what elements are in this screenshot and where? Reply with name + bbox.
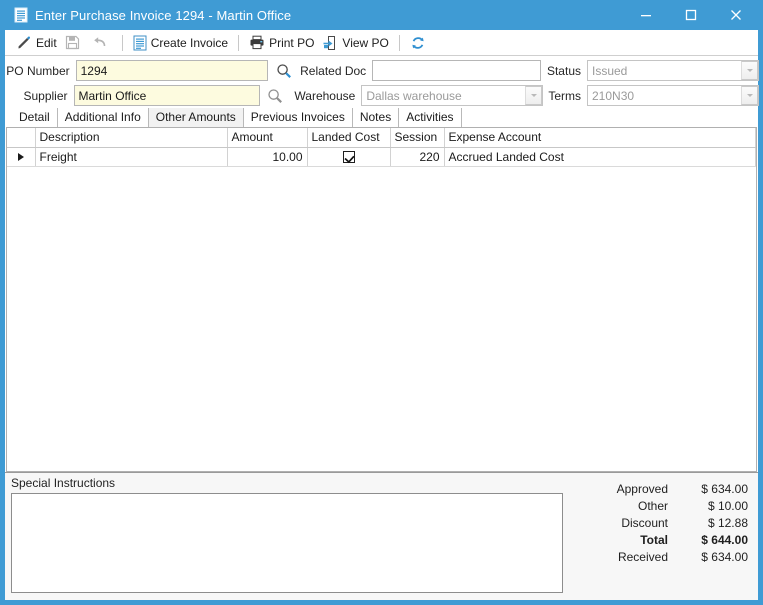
edit-label: Edit <box>36 35 57 50</box>
terms-combo[interactable] <box>587 85 759 106</box>
tab-additional-info[interactable]: Additional Info <box>57 108 149 127</box>
other-amounts-grid: Description Amount Landed Cost Session E… <box>6 127 757 472</box>
cell-expense-account[interactable]: Accrued Landed Cost <box>444 147 756 167</box>
edit-button[interactable]: Edit <box>12 32 61 54</box>
po-number-input[interactable] <box>75 60 269 81</box>
tab-strip: Detail Additional Info Other Amounts Pre… <box>5 106 758 127</box>
create-invoice-button[interactable]: Create Invoice <box>129 32 232 54</box>
header-fields: PO Number Related Doc Status Suppli <box>5 56 759 106</box>
create-invoice-label: Create Invoice <box>150 35 229 50</box>
total-row-total: Total $ 644.00 <box>568 532 748 549</box>
special-instructions-section: Special Instructions <box>5 473 568 600</box>
cell-amount[interactable]: 10.00 <box>227 147 308 167</box>
document-icon <box>14 7 28 23</box>
application-window: Enter Purchase Invoice 1294 - Martin Off… <box>0 0 763 605</box>
view-po-label: View PO <box>342 35 389 50</box>
other-label: Other <box>637 499 668 513</box>
landed-cost-checkbox[interactable] <box>342 151 355 164</box>
toolbar-separator <box>398 34 400 51</box>
bottom-panel: Special Instructions Approved $ 634.00 O… <box>5 472 758 600</box>
column-header-landed-cost[interactable]: Landed Cost <box>307 128 391 148</box>
column-header-amount[interactable]: Amount <box>227 128 308 148</box>
supplier-search-icon[interactable] <box>265 85 285 106</box>
save-button[interactable] <box>61 32 88 54</box>
row-selector[interactable] <box>7 147 36 167</box>
refresh-button[interactable] <box>406 32 434 54</box>
special-instructions-input[interactable] <box>11 493 563 593</box>
table-row[interactable]: Freight 10.00 220 Accrued Landed Cost <box>7 147 756 167</box>
cell-session[interactable]: 220 <box>390 147 445 167</box>
header-row-1: PO Number Related Doc Status <box>5 60 759 81</box>
received-label: Received <box>617 550 668 564</box>
window-title: Enter Purchase Invoice 1294 - Martin Off… <box>35 7 292 23</box>
warehouse-combo[interactable] <box>361 85 544 106</box>
window-controls <box>623 0 758 30</box>
supplier-label: Supplier <box>23 88 68 103</box>
related-doc-label: Related Doc <box>300 63 367 78</box>
minimize-button[interactable] <box>623 0 668 30</box>
current-row-indicator-icon <box>17 153 24 162</box>
tab-notes[interactable]: Notes <box>352 108 400 127</box>
undo-button[interactable] <box>88 32 116 54</box>
total-value: $ 644.00 <box>701 533 748 547</box>
total-row-received: Received $ 634.00 <box>568 549 748 566</box>
total-row-other: Other $ 10.00 <box>568 498 748 515</box>
column-header-session[interactable]: Session <box>390 128 445 148</box>
pencil-icon <box>16 35 32 51</box>
undo-icon <box>92 35 108 50</box>
header-row-2: Supplier Warehouse Terms <box>5 85 759 106</box>
grid-table: Description Amount Landed Cost Session E… <box>7 128 756 167</box>
view-document-icon <box>322 35 338 51</box>
column-header-description[interactable]: Description <box>35 128 228 148</box>
special-instructions-label: Special Instructions <box>11 476 116 490</box>
totals-summary: Approved $ 634.00 Other $ 10.00 Discount… <box>568 473 758 600</box>
related-doc-input[interactable] <box>372 60 541 81</box>
status-input[interactable] <box>587 60 759 81</box>
warehouse-dropdown-button[interactable] <box>525 86 543 105</box>
toolbar-separator <box>238 34 240 51</box>
tab-detail[interactable]: Detail <box>12 108 58 127</box>
terms-input[interactable] <box>587 85 759 106</box>
title-bar: Enter Purchase Invoice 1294 - Martin Off… <box>5 0 758 30</box>
print-po-label: Print PO <box>269 35 315 50</box>
status-dropdown-button[interactable] <box>741 61 758 80</box>
toolbar-separator <box>121 34 123 51</box>
discount-value: $ 12.88 <box>707 516 748 530</box>
cell-description[interactable]: Freight <box>35 147 228 167</box>
print-po-button[interactable]: Print PO <box>245 32 318 54</box>
status-combo[interactable] <box>587 60 759 81</box>
document-icon <box>133 35 147 51</box>
total-row-approved: Approved $ 634.00 <box>568 481 748 498</box>
column-header-expense-account[interactable]: Expense Account <box>444 128 756 148</box>
approved-value: $ 634.00 <box>701 482 748 496</box>
supplier-input[interactable] <box>73 85 261 106</box>
po-number-label: PO Number <box>6 63 70 78</box>
grid-header-row: Description Amount Landed Cost Session E… <box>7 128 756 148</box>
close-button[interactable] <box>713 0 758 30</box>
terms-dropdown-button[interactable] <box>741 86 758 105</box>
approved-label: Approved <box>616 482 668 496</box>
view-po-button[interactable]: View PO <box>318 32 392 54</box>
window-frame: Enter Purchase Invoice 1294 - Martin Off… <box>0 0 763 605</box>
total-row-discount: Discount $ 12.88 <box>568 515 748 532</box>
printer-icon <box>249 35 265 50</box>
cell-landed-cost[interactable] <box>307 147 391 167</box>
warehouse-input[interactable] <box>361 85 544 106</box>
refresh-icon <box>410 35 426 51</box>
warehouse-label: Warehouse <box>294 88 356 103</box>
received-value: $ 634.00 <box>701 550 748 564</box>
discount-label: Discount <box>621 516 668 530</box>
tab-previous-invoices[interactable]: Previous Invoices <box>243 108 353 127</box>
tab-other-amounts[interactable]: Other Amounts <box>148 108 244 127</box>
tab-activities[interactable]: Activities <box>399 108 462 127</box>
po-number-search-icon[interactable] <box>273 60 293 81</box>
save-icon <box>65 35 80 50</box>
maximize-button[interactable] <box>668 0 713 30</box>
status-label: Status <box>546 63 581 78</box>
toolbar: Edit Create Invoice Print PO View PO <box>5 30 758 56</box>
terms-label: Terms <box>548 88 581 103</box>
total-label: Total <box>640 533 668 547</box>
row-selector-header <box>7 128 36 148</box>
other-value: $ 10.00 <box>707 499 748 513</box>
